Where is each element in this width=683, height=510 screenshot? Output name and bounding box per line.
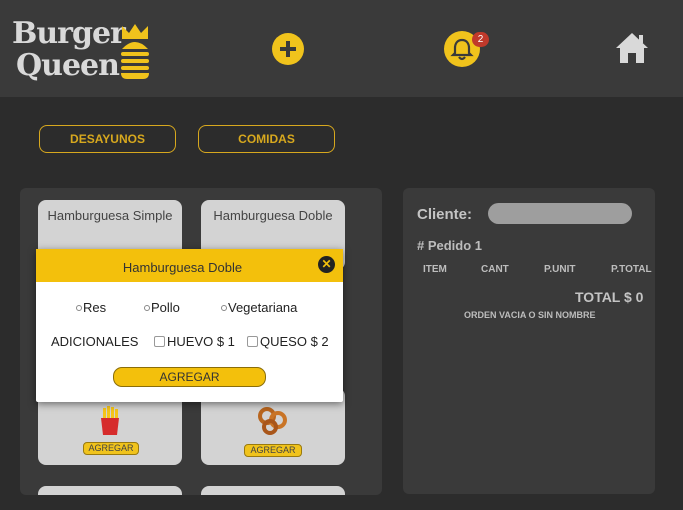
client-name-input[interactable] <box>488 203 632 224</box>
extras-label: ADICIONALES <box>51 334 139 349</box>
empty-order-message: ORDEN VACIA O SIN NOMBRE <box>464 310 596 320</box>
column-item: ITEM <box>423 264 447 275</box>
plus-icon <box>280 41 296 57</box>
category-comidas-button[interactable]: COMIDAS <box>198 125 335 153</box>
home-button[interactable] <box>614 31 650 70</box>
column-punit: P.UNIT <box>544 264 576 275</box>
burger-crown-logo-icon <box>121 24 149 79</box>
checkbox-icon <box>247 336 258 347</box>
modal-title: Hamburguesa Doble <box>122 260 243 275</box>
fries-icon <box>101 406 119 435</box>
add-button[interactable]: AGREGAR <box>244 444 302 457</box>
home-icon <box>616 33 648 63</box>
modal-header: Hamburguesa Doble ✕ <box>36 249 343 282</box>
radio-icon <box>76 305 82 311</box>
onion-rings-icon <box>258 407 287 435</box>
menu-item-name: Hamburguesa Simple <box>47 208 173 223</box>
client-label: Cliente: <box>417 206 473 223</box>
modal-add-button[interactable]: AGREGAR <box>113 367 266 387</box>
menu-item-name: Hamburguesa Doble <box>213 208 333 223</box>
radio-icon <box>144 305 150 311</box>
column-cant: CANT <box>481 264 509 275</box>
option-label: Res <box>83 300 107 315</box>
order-total: TOTAL $ 0 <box>575 289 644 305</box>
extra-queso-checkbox[interactable]: QUESO $ 2 <box>247 334 329 349</box>
option-pollo-radio[interactable]: Pollo <box>144 300 180 315</box>
logo-text-burger: Burger <box>12 16 126 51</box>
option-res-radio[interactable]: Res <box>76 300 106 315</box>
radio-icon <box>221 305 227 311</box>
column-ptotal: P.TOTAL <box>611 264 652 275</box>
logo-text-queen: Queen <box>16 48 120 83</box>
extra-label: HUEVO $ 1 <box>167 334 235 349</box>
item-options-modal: Hamburguesa Doble ✕ Res Pollo Vegetarian… <box>36 249 343 402</box>
option-label: Pollo <box>151 300 180 315</box>
option-label: Vegetariana <box>228 300 298 315</box>
close-icon[interactable]: ✕ <box>318 256 335 273</box>
order-panel: Cliente: # Pedido 1 ITEM CANT P.UNIT P.T… <box>403 188 655 494</box>
add-order-button[interactable] <box>272 33 304 65</box>
order-number: # Pedido 1 <box>417 238 483 253</box>
app-logo[interactable]: Burger Queen <box>12 17 152 85</box>
checkbox-icon <box>154 336 165 347</box>
menu-item-card[interactable] <box>201 486 345 495</box>
extra-huevo-checkbox[interactable]: HUEVO $ 1 <box>154 334 235 349</box>
category-desayunos-button[interactable]: DESAYUNOS <box>39 125 176 153</box>
notification-badge: 2 <box>472 32 489 47</box>
menu-item-card[interactable] <box>38 486 182 495</box>
option-vegetariana-radio[interactable]: Vegetariana <box>221 300 297 315</box>
app-header: Burger Queen 2 <box>0 0 683 97</box>
add-button[interactable]: AGREGAR <box>83 442 139 455</box>
extra-label: QUESO $ 2 <box>260 334 329 349</box>
